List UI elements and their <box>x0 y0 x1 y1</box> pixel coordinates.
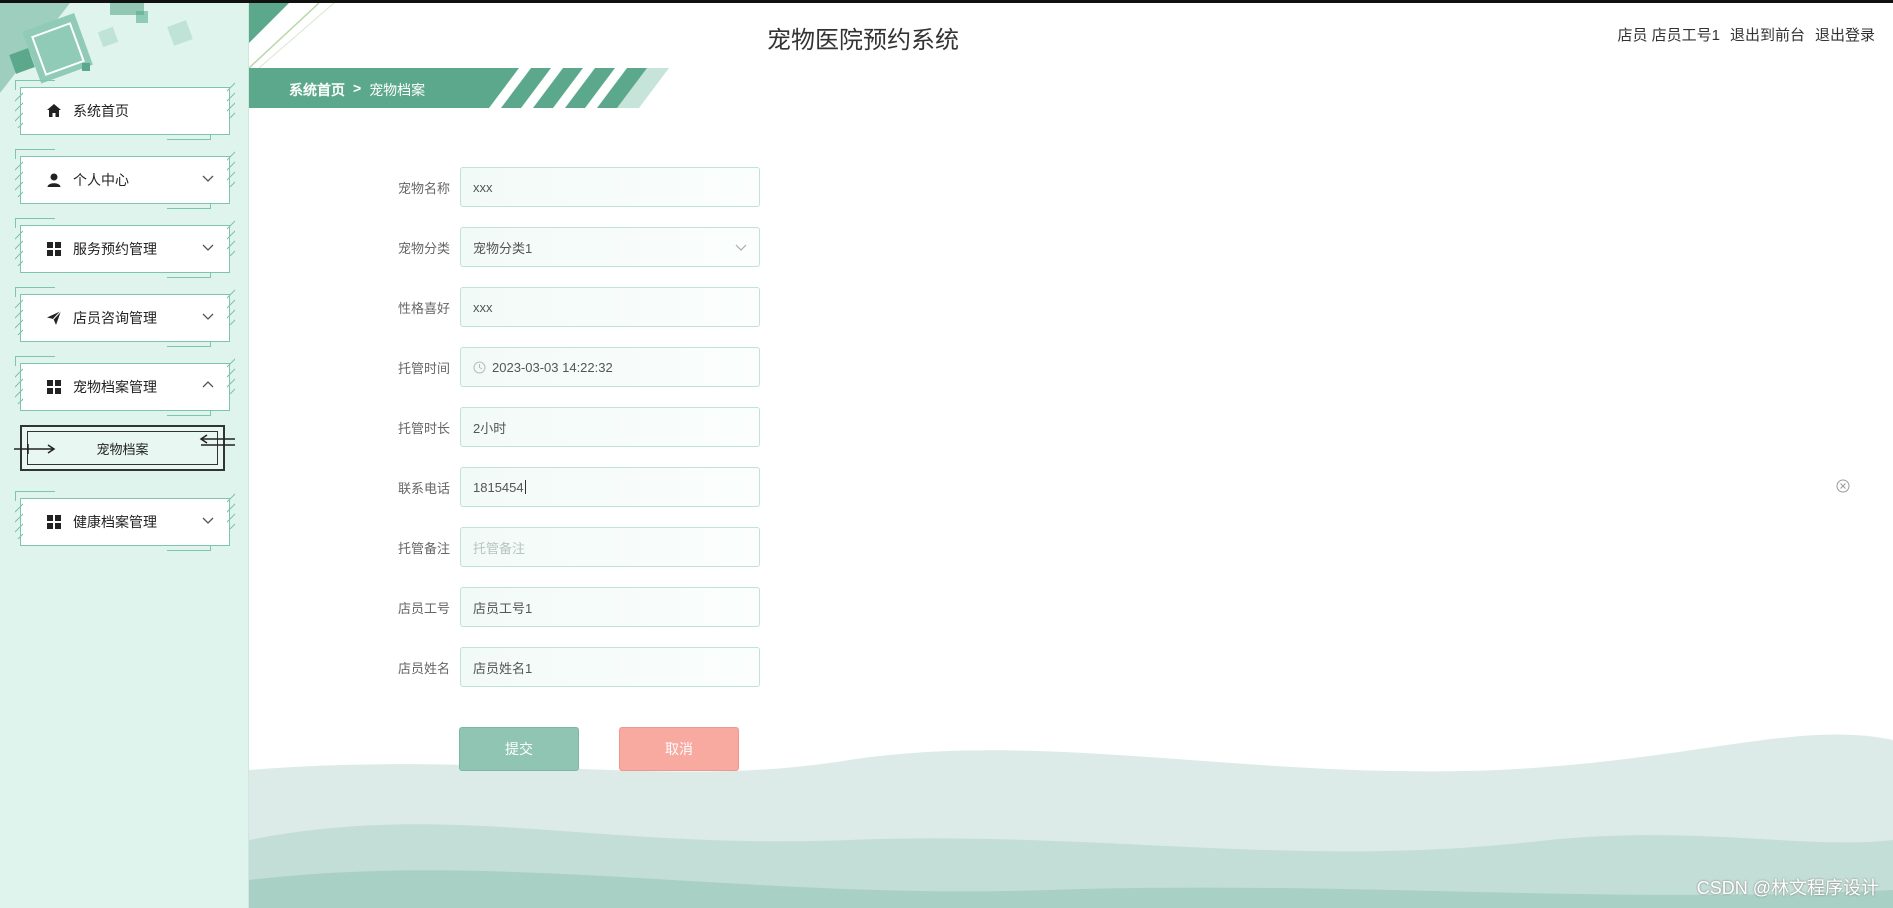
user-icon <box>45 171 63 189</box>
sidebar-item-label: 宠物档案管理 <box>73 379 157 395</box>
sidebar-item-label: 店员咨询管理 <box>73 310 157 326</box>
personality-input[interactable]: xxx <box>460 287 760 327</box>
clear-icon[interactable] <box>1836 479 1850 493</box>
sidebar-item-personal[interactable]: 个人中心 <box>15 149 235 209</box>
field-label: 宠物分类 <box>397 240 450 256</box>
chevron-down-icon <box>202 313 214 320</box>
form-row-staff-id: 店员工号 店员工号1 <box>380 587 760 627</box>
field-label: 店员姓名 <box>397 660 450 676</box>
pet-name-input[interactable]: xxx <box>460 167 760 207</box>
front-link[interactable]: 退出到前台 <box>1730 24 1805 45</box>
form-row-duration: 托管时长 2小时 <box>380 407 760 447</box>
breadcrumb-separator: > <box>353 80 362 96</box>
page-title: 宠物医院预约系统 <box>767 27 959 54</box>
remark-input[interactable]: 托管备注 <box>460 527 760 567</box>
chevron-down-icon <box>202 175 214 182</box>
phone-input[interactable]: 1815454 <box>460 467 760 507</box>
cancel-button[interactable]: 取消 <box>619 727 739 771</box>
sidebar-item-label: 个人中心 <box>73 172 129 188</box>
header-user-bar: 店员 店员工号1 退出到前台 退出登录 <box>1617 24 1875 45</box>
field-label: 托管备注 <box>397 540 450 556</box>
field-label: 托管时间 <box>397 360 450 376</box>
sidebar-item-service-booking[interactable]: 服务预约管理 <box>15 218 235 278</box>
sidebar-item-label: 服务预约管理 <box>73 241 157 257</box>
field-label: 性格喜好 <box>397 300 450 316</box>
clock-icon <box>473 361 486 373</box>
sidebar-item-consult[interactable]: 店员咨询管理 <box>15 287 235 347</box>
staff-name-input[interactable]: 店员姓名1 <box>460 647 760 687</box>
form-row-staff-name: 店员姓名 店员姓名1 <box>380 647 760 687</box>
breadcrumb-current: 宠物档案 <box>369 82 426 98</box>
sidebar-item-home[interactable]: 系统首页 <box>15 80 235 140</box>
boarding-time-picker[interactable]: 2023-03-03 14:22:32 <box>460 347 760 387</box>
user-label: 店员 店员工号1 <box>1617 27 1720 44</box>
sidebar-subitem-pet-record[interactable]: 宠物档案 <box>14 425 235 471</box>
submenu-label: 宠物档案 <box>96 441 149 457</box>
sidebar: 系统首页 个人中心 服务预约管理 店员咨询管理 宠物档案管理 宠物档案 健康档案… <box>0 3 249 908</box>
watermark: CSDN @林文程序设计 <box>1696 878 1879 898</box>
sidebar-item-label: 系统首页 <box>73 103 129 119</box>
send-icon <box>45 309 63 327</box>
grid-icon <box>45 513 63 531</box>
form-row-personality: 性格喜好 xxx <box>380 287 760 327</box>
chevron-down-icon <box>735 244 747 251</box>
home-icon <box>45 102 63 120</box>
form-row-phone: 联系电话 1815454 <box>380 467 760 507</box>
grid-icon <box>45 240 63 258</box>
form-row-boarding-time: 托管时间 2023-03-03 14:22:32 <box>380 347 760 387</box>
sidebar-item-pet-records[interactable]: 宠物档案管理 <box>15 356 235 416</box>
sidebar-item-label: 健康档案管理 <box>73 514 157 530</box>
breadcrumb-home[interactable]: 系统首页 <box>289 80 345 100</box>
arrow-left-icon <box>14 444 56 454</box>
field-label: 店员工号 <box>397 600 450 616</box>
chevron-down-icon <box>202 517 214 524</box>
form-row-pet-name: 宠物名称 xxx <box>380 167 760 207</box>
chevron-up-icon <box>202 381 214 388</box>
logout-link[interactable]: 退出登录 <box>1815 24 1875 45</box>
submit-button[interactable]: 提交 <box>459 727 579 771</box>
grid-icon <box>45 378 63 396</box>
field-label: 联系电话 <box>397 480 450 496</box>
field-label: 宠物名称 <box>397 180 450 196</box>
duration-input[interactable]: 2小时 <box>460 407 760 447</box>
header-decoration <box>249 3 335 68</box>
text-caret <box>524 480 526 494</box>
chevron-down-icon <box>202 244 214 251</box>
breadcrumb: 系统首页 > 宠物档案 <box>289 80 425 100</box>
arrow-right-icon <box>199 434 235 446</box>
staff-id-input[interactable]: 店员工号1 <box>460 587 760 627</box>
sidebar-item-health-records[interactable]: 健康档案管理 <box>15 491 235 551</box>
pet-category-select[interactable]: 宠物分类1 <box>460 227 760 267</box>
form-row-pet-category: 宠物分类 宠物分类1 <box>380 227 760 267</box>
form-row-remark: 托管备注 托管备注 <box>380 527 760 567</box>
field-label: 托管时长 <box>397 420 450 436</box>
